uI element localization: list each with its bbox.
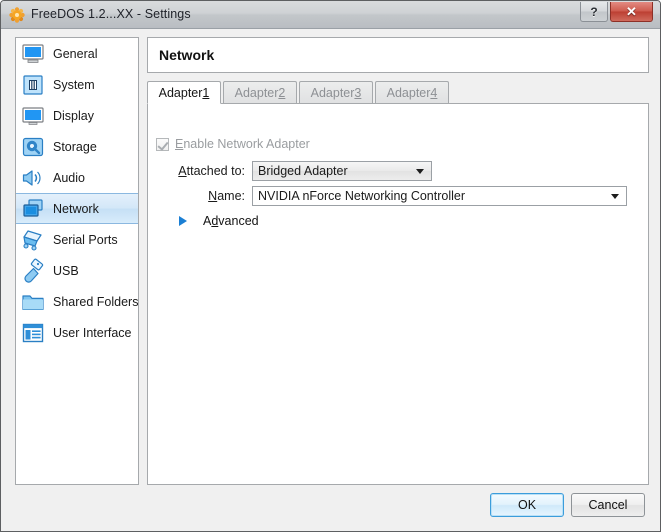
- sidebar-item-audio[interactable]: Audio: [16, 162, 138, 193]
- tab-mnemonic: 3: [354, 85, 362, 100]
- attached-to-value: Bridged Adapter: [258, 164, 348, 178]
- sidebar-item-system[interactable]: System: [16, 69, 138, 100]
- sidebar-item-label: User Interface: [53, 325, 132, 340]
- monitor-display-icon: [22, 106, 44, 125]
- tab-adapter-1[interactable]: Adapter 1: [147, 81, 221, 104]
- title-bar[interactable]: FreeDOS 1.2...XX - Settings ? ✕: [1, 1, 660, 29]
- enable-network-adapter-row[interactable]: Enable Network Adapter: [156, 137, 310, 151]
- sidebar-item-usb[interactable]: USB: [16, 255, 138, 286]
- adapter-name-value: NVIDIA nForce Networking Controller: [258, 189, 466, 203]
- sidebar-item-label: General: [53, 46, 98, 61]
- virtualbox-freedos-icon: [9, 7, 25, 23]
- monitor-general-icon: [22, 43, 44, 63]
- tab-adapter-4[interactable]: Adapter 4: [375, 81, 449, 103]
- usb-plug-icon: [24, 258, 44, 283]
- sidebar-item-network[interactable]: Network: [16, 193, 138, 224]
- help-button[interactable]: ?: [580, 2, 608, 22]
- adapter-name-label-text: ame:: [217, 189, 245, 203]
- window-ui-icon: [22, 323, 44, 342]
- enable-network-adapter-checkbox[interactable]: [156, 137, 169, 151]
- triangle-right-icon: [179, 216, 195, 226]
- serial-port-plug-icon: [23, 229, 42, 251]
- sidebar-item-label: Network: [53, 201, 99, 216]
- sidebar-item-label: System: [53, 77, 95, 92]
- sidebar-item-display[interactable]: Display: [16, 100, 138, 131]
- advanced-text-after: vanced: [218, 214, 259, 228]
- sidebar-item-serial-ports[interactable]: Serial Ports: [16, 224, 138, 255]
- sidebar-item-label: Audio: [53, 170, 85, 185]
- sidebar-item-label: Shared Folders: [53, 294, 139, 309]
- adapter-name-combobox[interactable]: NVIDIA nForce Networking Controller: [252, 186, 627, 206]
- network-cards-icon: [23, 198, 43, 217]
- tab-label: Adapter: [310, 85, 355, 100]
- sidebar-item-label: USB: [53, 263, 79, 278]
- sidebar-item-general[interactable]: General: [16, 38, 138, 69]
- advanced-label: Advanced: [203, 214, 259, 228]
- cancel-button[interactable]: Cancel: [571, 493, 645, 517]
- window-title: FreeDOS 1.2...XX - Settings: [31, 7, 191, 21]
- page-title: Network: [159, 47, 215, 63]
- tab-label: Adapter: [158, 85, 203, 100]
- chevron-down-icon: [611, 194, 619, 199]
- tab-label: Adapter: [386, 85, 431, 100]
- dialog-body: General System Display Storage Audio Net…: [1, 29, 660, 530]
- tab-mnemonic: 4: [430, 85, 438, 100]
- sidebar-item-storage[interactable]: Storage: [16, 131, 138, 162]
- sidebar-item-label: Serial Ports: [53, 232, 118, 247]
- ok-button[interactable]: OK: [490, 493, 564, 517]
- attached-to-combobox[interactable]: Bridged Adapter: [252, 161, 432, 181]
- attached-to-row: Attached to: Bridged Adapter: [156, 161, 432, 181]
- harddisk-storage-icon: [22, 137, 44, 156]
- attached-to-mnemonic: A: [178, 164, 187, 178]
- enable-adapter-text: nable Network Adapter: [183, 137, 310, 151]
- sidebar-item-shared-folders[interactable]: Shared Folders: [16, 286, 138, 317]
- attached-to-label: Attached to:: [156, 164, 252, 178]
- page-header: Network: [147, 37, 649, 73]
- adapter-tabs[interactable]: Adapter 1 Adapter 2 Adapter 3 Adapter 4: [147, 81, 649, 104]
- settings-category-list[interactable]: General System Display Storage Audio Net…: [15, 37, 139, 485]
- speaker-audio-icon: [22, 169, 41, 186]
- adapter-name-row: Name: NVIDIA nForce Networking Controlle…: [156, 186, 627, 206]
- adapter-name-label: Name:: [156, 189, 252, 203]
- tab-adapter-2[interactable]: Adapter 2: [223, 81, 297, 103]
- enable-network-adapter-label: Enable Network Adapter: [175, 137, 310, 151]
- folder-shared-icon: [22, 294, 44, 310]
- tab-mnemonic: 1: [202, 85, 210, 100]
- settings-window: FreeDOS 1.2...XX - Settings ? ✕ General: [0, 0, 661, 532]
- tab-label: Adapter: [234, 85, 279, 100]
- adapter-name-mnemonic: N: [208, 189, 218, 203]
- sidebar-item-user-interface[interactable]: User Interface: [16, 317, 138, 348]
- close-button[interactable]: ✕: [610, 2, 653, 22]
- sidebar-item-label: Display: [53, 108, 94, 123]
- attached-to-label-text: ttached to:: [186, 164, 245, 178]
- tab-adapter-3[interactable]: Adapter 3: [299, 81, 373, 103]
- chevron-down-icon: [416, 169, 424, 174]
- advanced-disclosure[interactable]: Advanced: [179, 214, 259, 228]
- chip-system-icon: [23, 74, 43, 95]
- adapter-1-panel: Enable Network Adapter Attached to: Brid…: [147, 103, 649, 485]
- tab-mnemonic: 2: [278, 85, 286, 100]
- sidebar-item-label: Storage: [53, 139, 97, 154]
